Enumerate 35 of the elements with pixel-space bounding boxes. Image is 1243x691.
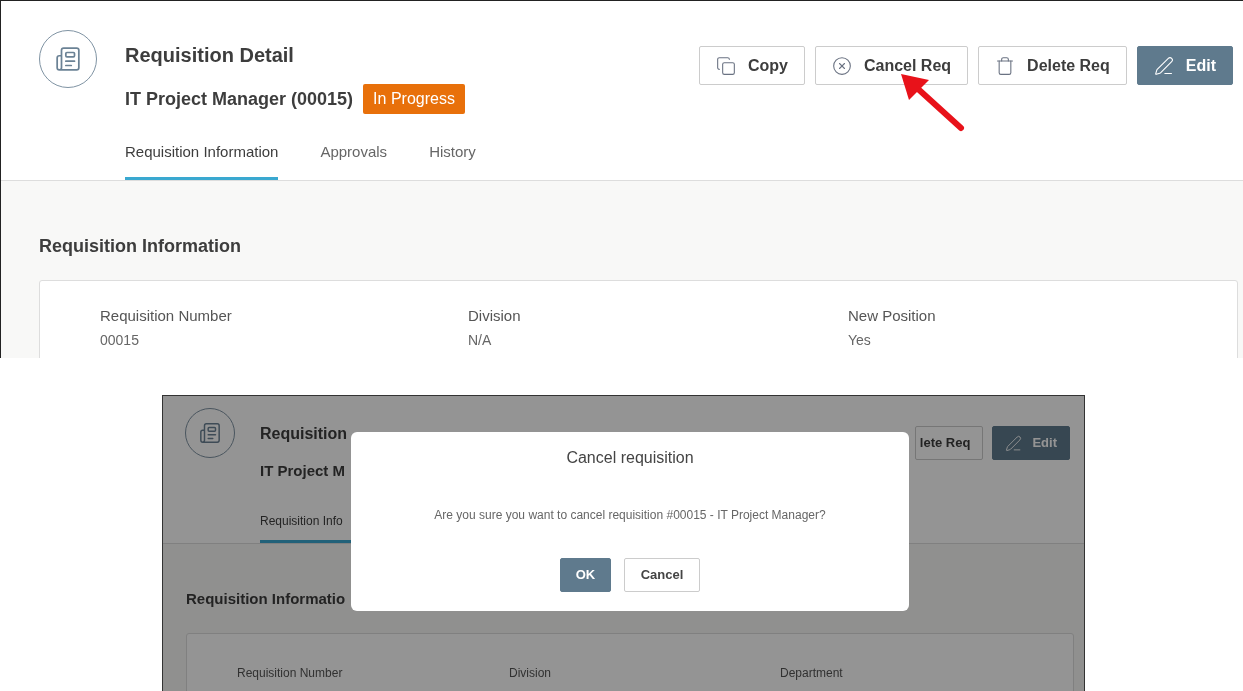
dialog-message: Are you sure you want to cancel requisition #00015 - IT Project Manager?	[434, 507, 826, 524]
newspaper-icon	[185, 408, 235, 458]
action-button[interactable]: Copy	[698, 46, 805, 85]
requisition-name: IT Project M	[260, 461, 346, 481]
field-label: New Position	[848, 306, 937, 326]
edit-button[interactable]: Edit	[992, 426, 1070, 460]
circle-x-icon	[831, 55, 852, 76]
action-button[interactable]: Delete Req	[978, 46, 1127, 85]
page-title: Requisition	[260, 424, 348, 444]
status-badge: In Progress	[363, 84, 465, 114]
field-value: N/A	[468, 330, 493, 350]
action-button[interactable]: Cancel Req	[814, 46, 969, 85]
pencil-icon	[1005, 434, 1023, 452]
section-title: Requisition Informatio	[186, 589, 346, 609]
dialog-title: Cancel requisition	[566, 448, 694, 468]
copy-icon	[715, 55, 736, 76]
field-label: Division	[468, 306, 522, 326]
requisition-name: IT Project Manager (00015)	[125, 87, 354, 111]
pencil-icon	[1153, 55, 1174, 76]
field-value: 00015	[100, 330, 140, 350]
field-label: Requisition Number	[237, 664, 344, 682]
field-label: Division	[509, 664, 552, 682]
trash-icon	[995, 55, 1016, 76]
tab[interactable]: History	[429, 140, 476, 180]
field-value: Yes	[848, 330, 872, 350]
cancel-button[interactable]: Cancel	[624, 558, 700, 592]
edit-button[interactable]: Edit	[1136, 46, 1233, 85]
ok-button[interactable]: OK	[560, 558, 611, 592]
field-label: Department	[780, 664, 844, 682]
page-title: Requisition Detail	[125, 43, 295, 68]
tab[interactable]: Approvals	[320, 140, 388, 180]
annotation-arrow	[901, 74, 964, 131]
field-label: Requisition Number	[100, 306, 233, 326]
action-button[interactable]: lete Req	[914, 426, 984, 460]
section-title: Requisition Information	[39, 235, 242, 258]
